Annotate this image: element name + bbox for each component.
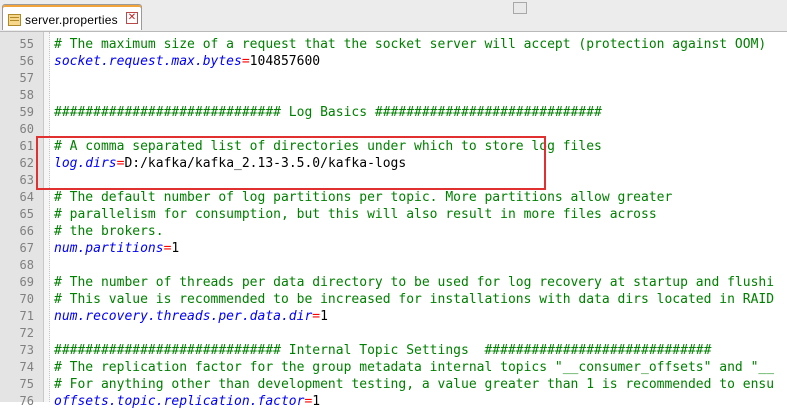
line-number: 66: [19, 224, 34, 238]
code-editor[interactable]: 55 # The maximum size of a request that t…: [0, 36, 787, 410]
code-line[interactable]: 70 # This value is recommended to be incr…: [0, 291, 787, 308]
line-number: 55: [19, 37, 34, 51]
line-content: # The number of threads per data directo…: [54, 274, 774, 291]
line-number: 69: [19, 275, 34, 289]
code-line[interactable]: 56 socket.request.max.bytes=104857600: [0, 53, 787, 70]
line-number: 58: [19, 88, 34, 102]
property-key: num.recovery.threads.per.data.dir: [54, 309, 313, 324]
comment-text: # This value is recommended to be increa…: [54, 292, 775, 307]
code-line[interactable]: 66 # the brokers.: [0, 223, 787, 240]
comment-text: # The number of threads per data directo…: [54, 275, 775, 290]
code-line[interactable]: 64 # The default number of log partitions…: [0, 189, 787, 206]
line-number: 73: [19, 343, 34, 357]
assignment-operator: =: [241, 54, 250, 69]
code-line[interactable]: 73 ############################# Internal…: [0, 342, 787, 359]
line-number: 70: [19, 292, 34, 306]
line-number: 59: [19, 105, 34, 119]
code-line[interactable]: 67 num.partitions=1: [0, 240, 787, 257]
code-line[interactable]: 68: [0, 257, 787, 274]
line-number: 67: [19, 241, 34, 255]
line-content: # parallelism for consumption, but this …: [54, 206, 657, 223]
code-line[interactable]: 55 # The maximum size of a request that t…: [0, 36, 787, 53]
code-line[interactable]: 74 # The replication factor for the group…: [0, 359, 787, 376]
close-icon[interactable]: ✕: [126, 12, 138, 24]
tab-scroll-button[interactable]: [513, 2, 527, 14]
code-line[interactable]: 61 # A comma separated list of directorie…: [0, 138, 787, 155]
line-content: socket.request.max.bytes=104857600: [54, 53, 320, 70]
line-content: # the brokers.: [54, 223, 164, 240]
tab-server-properties[interactable]: server.properties ✕: [2, 4, 142, 30]
code-line[interactable]: 62 log.dirs=D:/kafka/kafka_2.13-3.5.0/kaf…: [0, 155, 787, 172]
property-value: 1: [171, 241, 180, 256]
line-number: 68: [19, 258, 34, 272]
comment-text: ############################# Log Basics…: [54, 105, 602, 120]
code-line[interactable]: 72: [0, 325, 787, 342]
line-content: ############################# Internal T…: [54, 342, 711, 359]
comment-text: # The replication factor for the group m…: [54, 360, 775, 375]
code-line[interactable]: 75 # For anything other than development …: [0, 376, 787, 393]
tab-bar: server.properties ✕: [0, 0, 787, 32]
line-content: # The default number of log partitions p…: [54, 189, 672, 206]
code-line[interactable]: 58: [0, 87, 787, 104]
comment-text: # parallelism for consumption, but this …: [54, 207, 657, 222]
property-key: num.partitions: [54, 241, 164, 256]
line-content: # The replication factor for the group m…: [54, 359, 774, 376]
code-line[interactable]: 71 num.recovery.threads.per.data.dir=1: [0, 308, 787, 325]
code-line[interactable]: 60: [0, 121, 787, 138]
line-number: 65: [19, 207, 34, 221]
line-number: 71: [19, 309, 34, 323]
property-key: log.dirs: [54, 156, 117, 171]
line-number: 62: [19, 156, 34, 170]
line-number: 60: [19, 122, 34, 136]
line-number: 72: [19, 326, 34, 340]
property-value: D:/kafka/kafka_2.13-3.5.0/kafka-logs: [124, 156, 407, 171]
line-number: 74: [19, 360, 34, 374]
property-value: 1: [320, 309, 328, 324]
code-line[interactable]: 59 ############################# Log Basi…: [0, 104, 787, 121]
line-content: # A comma separated list of directories …: [54, 138, 602, 155]
comment-text: # The maximum size of a request that the…: [54, 37, 767, 52]
line-number: 57: [19, 71, 34, 85]
tab-label: server.properties: [25, 13, 118, 27]
property-value: 104857600: [249, 54, 321, 69]
comment-text: # For anything other than development te…: [54, 377, 775, 392]
comment-text: # The default number of log partitions p…: [54, 190, 673, 205]
line-number: 56: [19, 54, 34, 68]
line-number: 75: [19, 377, 34, 391]
line-content: num.recovery.threads.per.data.dir=1: [54, 308, 328, 325]
line-number: 63: [19, 173, 34, 187]
line-content: # The maximum size of a request that the…: [54, 36, 766, 53]
code-line[interactable]: 65 # parallelism for consumption, but thi…: [0, 206, 787, 223]
comment-text: # A comma separated list of directories …: [54, 139, 602, 154]
line-content: log.dirs=D:/kafka/kafka_2.13-3.5.0/kafka…: [54, 155, 406, 172]
comment-text: ############################# Internal T…: [54, 343, 712, 358]
property-key: socket.request.max.bytes: [54, 54, 242, 69]
code-line[interactable]: 69 # The number of threads per data direc…: [0, 274, 787, 291]
comment-text: # the brokers.: [54, 224, 164, 239]
file-icon: [8, 14, 21, 26]
line-content: num.partitions=1: [54, 240, 179, 257]
code-line[interactable]: 63: [0, 172, 787, 189]
line-content: ############################# Log Basics…: [54, 104, 602, 121]
line-number: 64: [19, 190, 34, 204]
line-content: # For anything other than development te…: [54, 376, 774, 393]
line-content: # This value is recommended to be increa…: [54, 291, 774, 308]
code-line[interactable]: 57: [0, 70, 787, 87]
assignment-operator: =: [312, 309, 321, 324]
line-number: 61: [19, 139, 34, 153]
